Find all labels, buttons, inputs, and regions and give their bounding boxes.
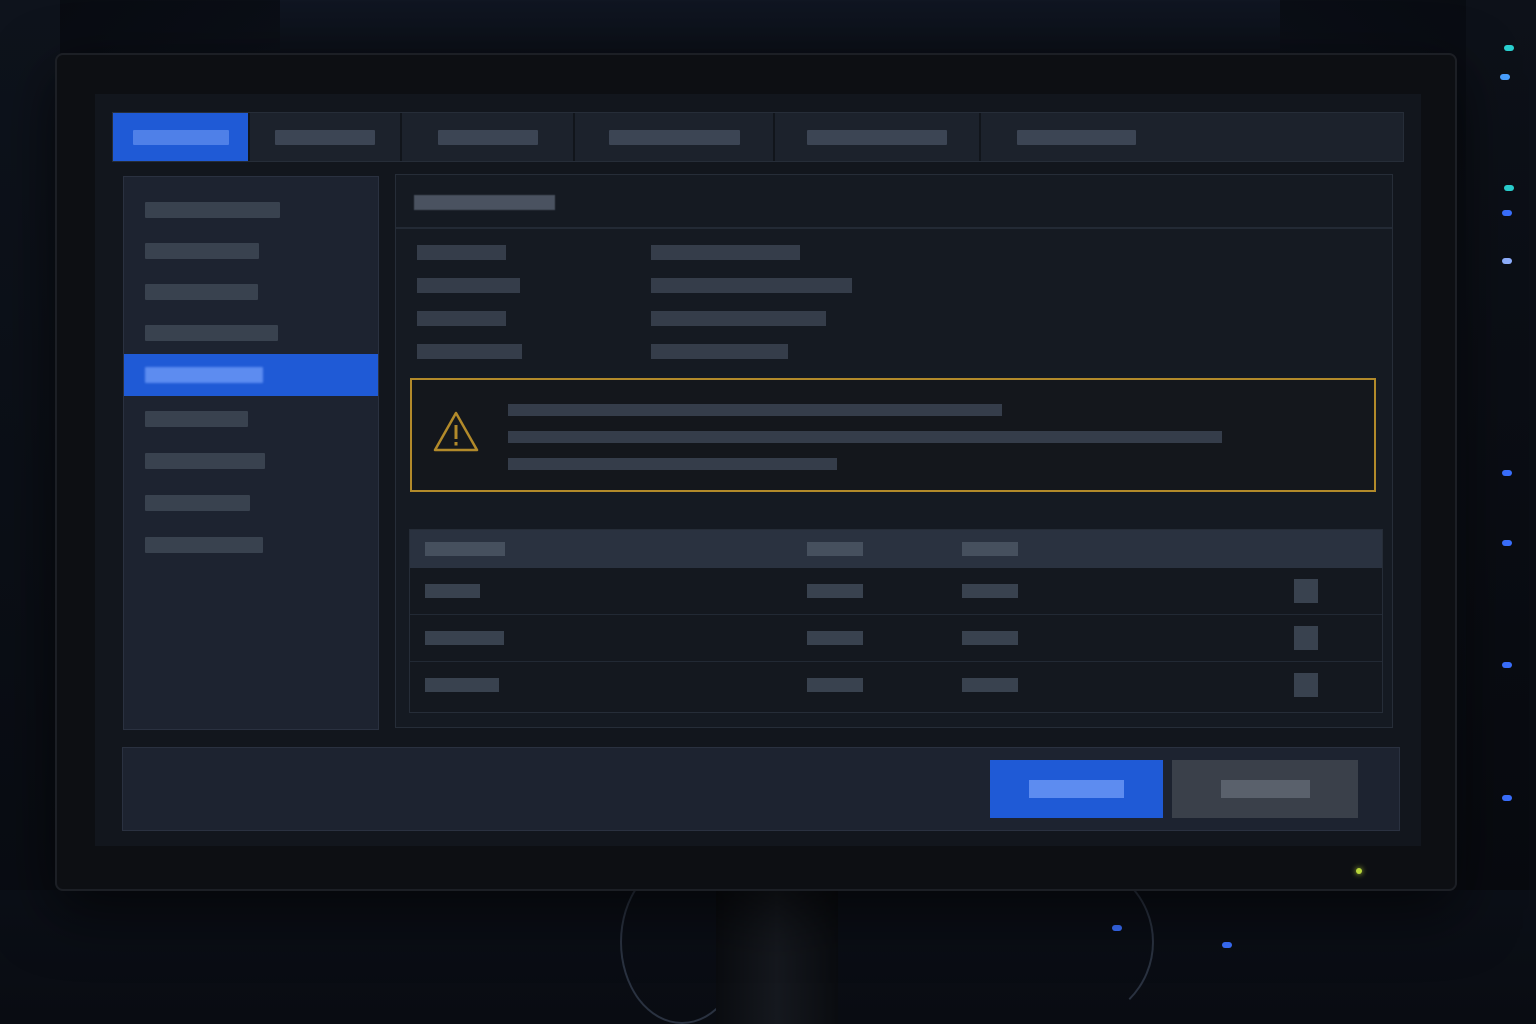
rack-led bbox=[1504, 45, 1514, 51]
rack-led bbox=[1502, 470, 1512, 476]
rack-led bbox=[1502, 210, 1512, 216]
rack-led bbox=[1502, 662, 1512, 668]
column-header bbox=[425, 542, 505, 556]
server-rack-background bbox=[0, 0, 60, 1024]
sidebar-item-label bbox=[145, 537, 263, 553]
rack-led bbox=[1502, 795, 1512, 801]
tab-bar bbox=[112, 112, 1404, 162]
table-cell bbox=[807, 678, 863, 692]
sidebar-item-label bbox=[145, 284, 258, 300]
field-label bbox=[417, 245, 506, 260]
sidebar-item-label bbox=[145, 367, 263, 383]
row-action-button[interactable] bbox=[1294, 579, 1318, 603]
field-value bbox=[651, 311, 826, 326]
field-value bbox=[651, 245, 800, 260]
sidebar-item-6[interactable] bbox=[124, 398, 378, 440]
sidebar-item-2[interactable] bbox=[124, 230, 378, 272]
server-rack-background bbox=[280, 0, 1280, 55]
sidebar bbox=[123, 176, 379, 730]
primary-button[interactable] bbox=[990, 760, 1163, 818]
tab-label bbox=[275, 129, 375, 145]
column-header bbox=[807, 542, 863, 556]
table-row[interactable] bbox=[410, 615, 1382, 662]
tab-2[interactable] bbox=[250, 113, 402, 161]
alert-text-line bbox=[508, 431, 1222, 443]
warning-triangle-icon bbox=[433, 411, 479, 452]
sidebar-item-label bbox=[145, 202, 280, 218]
sidebar-item-3[interactable] bbox=[124, 271, 378, 313]
alert-text-line bbox=[508, 458, 837, 470]
row-action-button[interactable] bbox=[1294, 626, 1318, 650]
tab-3[interactable] bbox=[402, 113, 575, 161]
sidebar-item-label bbox=[145, 453, 265, 469]
power-led-icon bbox=[1356, 868, 1362, 874]
alert-text-line bbox=[508, 404, 1002, 416]
field-label bbox=[417, 278, 520, 293]
table-cell bbox=[425, 631, 504, 645]
tab-1[interactable] bbox=[113, 113, 250, 161]
tab-6[interactable] bbox=[981, 113, 1171, 161]
table-header bbox=[410, 530, 1382, 568]
tab-label bbox=[437, 129, 538, 145]
data-table bbox=[409, 529, 1383, 713]
action-bar bbox=[122, 747, 1400, 831]
tab-label bbox=[1016, 129, 1136, 145]
sidebar-item-8[interactable] bbox=[124, 482, 378, 524]
rack-led bbox=[1504, 185, 1514, 191]
tab-label bbox=[807, 129, 947, 145]
table-cell bbox=[962, 584, 1018, 598]
monitor-stand bbox=[716, 888, 838, 1024]
tab-label bbox=[132, 129, 229, 145]
rack-led bbox=[1502, 540, 1512, 546]
rack-led bbox=[1502, 258, 1512, 264]
monitor-screen bbox=[95, 94, 1421, 846]
button-label bbox=[1029, 780, 1124, 798]
rack-led bbox=[1222, 942, 1232, 948]
sidebar-item-1[interactable] bbox=[124, 189, 378, 231]
table-cell bbox=[425, 584, 480, 598]
table-cell bbox=[962, 631, 1018, 645]
column-header bbox=[962, 542, 1018, 556]
tab-4[interactable] bbox=[575, 113, 775, 161]
warning-alert bbox=[410, 378, 1376, 492]
panel-header bbox=[396, 175, 1392, 229]
field-value bbox=[651, 278, 852, 293]
sidebar-item-label bbox=[145, 243, 259, 259]
table-cell bbox=[425, 678, 499, 692]
table-row[interactable] bbox=[410, 568, 1382, 615]
table-cell bbox=[962, 678, 1018, 692]
main-panel bbox=[395, 174, 1393, 728]
panel-title bbox=[414, 195, 555, 210]
sidebar-item-label bbox=[145, 411, 248, 427]
button-label bbox=[1220, 780, 1310, 798]
field-label bbox=[417, 311, 506, 326]
sidebar-item-7[interactable] bbox=[124, 440, 378, 482]
table-row[interactable] bbox=[410, 662, 1382, 708]
row-action-button[interactable] bbox=[1294, 673, 1318, 697]
table-cell bbox=[807, 631, 863, 645]
rack-led bbox=[1500, 74, 1510, 80]
tab-label bbox=[608, 129, 740, 145]
sidebar-item-9[interactable] bbox=[124, 524, 378, 566]
tab-5[interactable] bbox=[775, 113, 981, 161]
field-label bbox=[417, 344, 522, 359]
sidebar-item-label bbox=[145, 325, 278, 341]
field-value bbox=[651, 344, 788, 359]
sidebar-item-4[interactable] bbox=[124, 312, 378, 354]
table-cell bbox=[807, 584, 863, 598]
server-rack-background bbox=[1466, 0, 1536, 1024]
secondary-button[interactable] bbox=[1172, 760, 1358, 818]
sidebar-item-label bbox=[145, 495, 250, 511]
sidebar-item-5[interactable] bbox=[124, 354, 378, 396]
